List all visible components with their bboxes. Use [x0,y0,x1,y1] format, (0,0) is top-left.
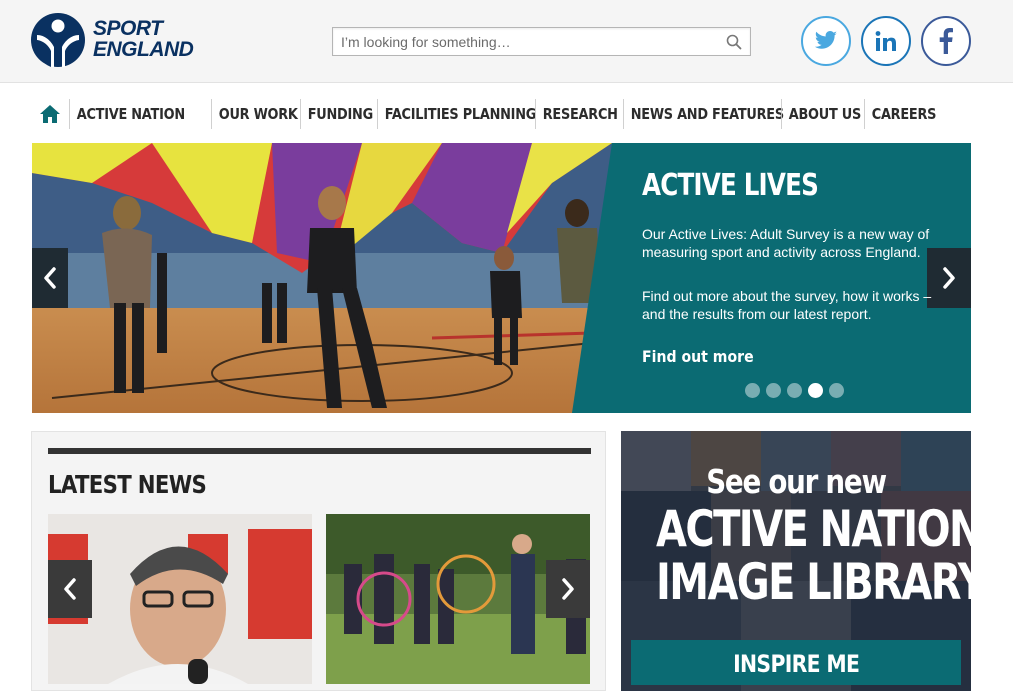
nav-item-label: FUNDING [300,99,373,129]
home-icon [40,105,60,123]
carousel-dot[interactable] [766,383,781,398]
inspire-me-button[interactable]: INSPIRE ME [631,640,961,685]
hero-find-out-more-link[interactable]: Find out more [642,347,754,366]
chevron-right-icon [562,578,574,600]
carousel-dot[interactable] [745,383,760,398]
site-header: SPORT ENGLAND [0,0,1013,83]
hero-title: ACTIVE LIVES [642,168,819,203]
carousel-dots [745,383,844,398]
chevron-left-icon [64,578,76,600]
chevron-right-icon [943,267,955,289]
news-divider [48,448,591,454]
carousel-dot[interactable] [787,383,802,398]
promo-line-1: See our new [706,462,887,501]
main-nav: ACTIVE NATION OUR WORK FUNDING FACILITIE… [31,97,940,131]
search-icon[interactable] [726,34,742,50]
inspire-me-label: INSPIRE ME [732,650,860,678]
hero-photo [32,143,971,413]
logo-text-line2: ENGLAND [93,38,194,61]
search-box [332,27,751,56]
latest-news-heading: LATEST NEWS [48,470,207,499]
search-input[interactable] [333,28,718,55]
nav-item-label: ACTIVE NATION [69,99,191,129]
nav-item-our-work[interactable]: OUR WORK [211,99,300,129]
nav-item-label: ABOUT US [781,99,861,129]
twitter-button[interactable] [801,16,851,66]
nav-item-label: RESEARCH [535,99,618,129]
hero-paragraph-1: Our Active Lives: Adult Survey is a new … [642,226,930,260]
nav-home[interactable] [31,97,69,131]
nav-item-funding[interactable]: FUNDING [300,99,377,129]
carousel-dot[interactable] [829,383,844,398]
hero-carousel [32,143,971,413]
sport-england-logo[interactable]: SPORT ENGLAND [31,13,211,67]
nav-item-active-nation[interactable]: ACTIVE NATION [69,99,211,129]
promo-line-2: ACTIVE NATION [656,500,982,558]
nav-item-facilities-planning[interactable]: FACILITIES PLANNING [377,99,536,129]
nav-item-label: NEWS AND FEATURES [623,99,784,129]
facebook-icon [939,28,953,54]
linkedin-icon [875,31,896,51]
nav-item-about-us[interactable]: ABOUT US [781,99,864,129]
nav-item-research[interactable]: RESEARCH [535,99,623,129]
hero-next-button[interactable] [927,248,971,308]
nav-item-label: CAREERS [864,99,936,129]
twitter-icon [814,31,837,49]
nav-item-careers[interactable]: CAREERS [864,99,940,129]
logo-text-line1: SPORT [93,17,163,40]
latest-news-section: LATEST NEWS [31,431,606,691]
nav-item-label: FACILITIES PLANNING [377,99,536,129]
nav-item-label: OUR WORK [211,99,298,129]
promo-line-3: IMAGE LIBRARY [656,553,987,611]
logo-mark-icon [31,13,85,67]
news-prev-button[interactable] [48,560,92,618]
news-next-button[interactable] [546,560,590,618]
carousel-dot-active[interactable] [808,383,823,398]
hero-prev-button[interactable] [32,248,68,308]
facebook-button[interactable] [921,16,971,66]
linkedin-button[interactable] [861,16,911,66]
chevron-left-icon [44,267,56,289]
nav-item-news-and-features[interactable]: NEWS AND FEATURES [623,99,784,129]
hero-paragraph-2: Find out more about the survey, how it w… [642,288,932,322]
